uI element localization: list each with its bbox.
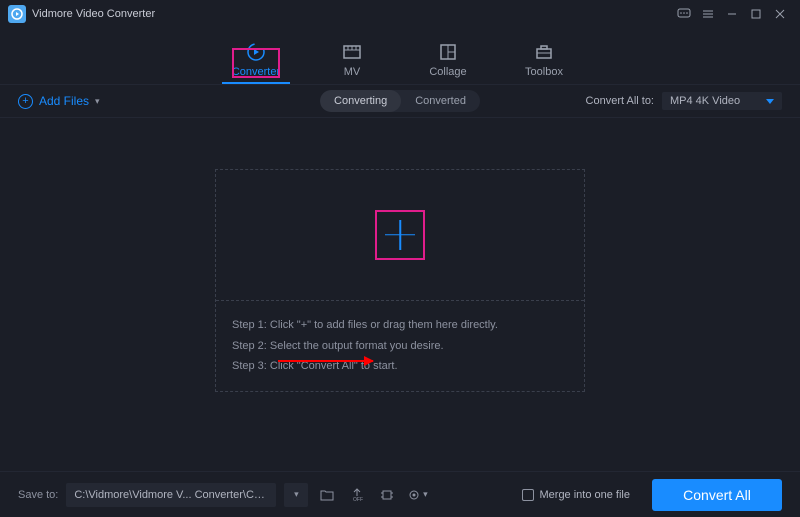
gpu-accel-button[interactable] [376,484,398,506]
dropzone[interactable] [216,170,584,300]
plus-icon: + [18,94,33,109]
dropbox: Step 1: Click "+" to add files or drag t… [215,169,585,393]
segment-converting[interactable]: Converting [320,90,401,112]
convert-all-to-label: Convert All to: [586,95,654,107]
open-folder-button[interactable] [316,484,338,506]
save-path-dropdown[interactable]: ▾ [284,483,308,507]
step1: Step 1: Click "+" to add files or drag t… [232,315,568,336]
toolbox-icon [534,42,554,62]
tab-label: Toolbox [525,66,563,78]
tab-mv[interactable]: MV [322,42,382,84]
toolbar: + Add Files ▾ Converting Converted Conve… [0,84,800,118]
converter-icon [246,42,266,62]
segment-converted[interactable]: Converted [401,90,480,112]
settings-button[interactable]: ▾ [406,484,428,506]
status-segment: Converting Converted [320,90,480,112]
checkbox-icon [522,489,534,501]
close-button[interactable] [768,5,792,23]
app-logo-icon [8,5,26,23]
dropdown-icon [766,99,774,104]
output-format-select[interactable]: MP4 4K Video [662,92,782,110]
add-file-big-button[interactable] [375,210,425,260]
svg-text:OFF: OFF [353,497,363,502]
chevron-down-icon: ▾ [294,489,299,500]
save-to-label: Save to: [18,489,58,501]
maximize-button[interactable] [744,5,768,23]
merge-label: Merge into one file [540,489,631,501]
toolbar-right: Convert All to: MP4 4K Video [586,92,782,110]
minimize-button[interactable] [720,5,744,23]
merge-checkbox[interactable]: Merge into one file [522,489,631,501]
step3: Step 3: Click "Convert All" to start. [232,356,568,377]
save-path-field[interactable]: C:\Vidmore\Vidmore V... Converter\Conver… [66,483,276,507]
convert-all-button[interactable]: Convert All [652,479,782,511]
tab-converter[interactable]: Converter [226,42,286,84]
convert-all-label: Convert All [683,487,751,503]
tab-collage[interactable]: Collage [418,42,478,84]
add-files-button[interactable]: + Add Files ▾ [18,94,100,109]
bottombar: Save to: C:\Vidmore\Vidmore V... Convert… [0,471,800,517]
step2: Step 2: Select the output format you des… [232,336,568,357]
tab-label: MV [344,66,361,78]
save-path-value: C:\Vidmore\Vidmore V... Converter\Conver… [74,489,268,501]
menu-icon[interactable] [696,5,720,23]
plus-icon [385,220,415,250]
titlebar: Vidmore Video Converter [0,0,800,28]
center-area: Step 1: Click "+" to add files or drag t… [0,118,800,443]
mv-icon [342,42,362,62]
tab-label: Collage [429,66,466,78]
chevron-down-icon: ▾ [95,96,100,107]
feedback-icon[interactable] [672,5,696,23]
tab-label: Converter [232,66,280,78]
add-files-label: Add Files [39,94,89,108]
chevron-down-icon: ▾ [423,489,428,500]
instructions: Step 1: Click "+" to add files or drag t… [216,300,584,392]
collage-icon [438,42,458,62]
main-tabs: Converter MV Collage Toolbox [0,28,800,84]
power-off-button[interactable]: OFF [346,484,368,506]
selected-format: MP4 4K Video [670,95,740,107]
tab-toolbox[interactable]: Toolbox [514,42,574,84]
app-title: Vidmore Video Converter [32,8,672,20]
